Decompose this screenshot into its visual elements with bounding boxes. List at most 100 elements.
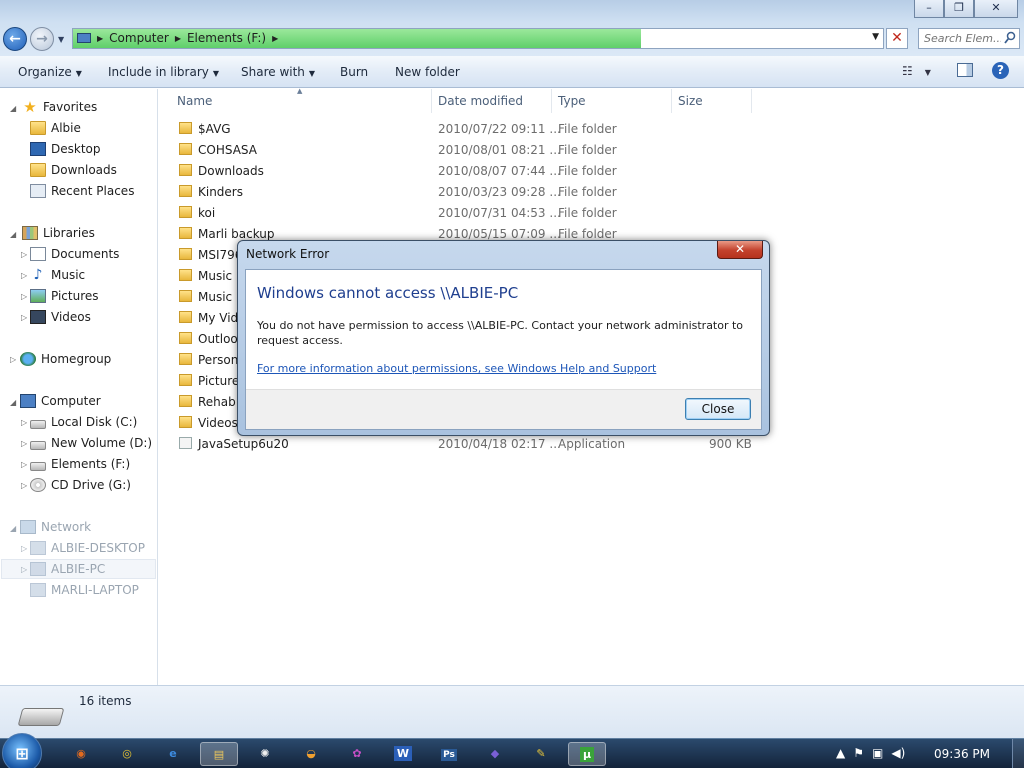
sidebar-item-new-volume-d[interactable]: New Volume (D:): [30, 433, 152, 453]
taskbar-internet-explorer[interactable]: e: [154, 742, 192, 766]
sidebar-item-desktop[interactable]: Desktop: [30, 139, 101, 159]
taskbar-app-6[interactable]: ◒: [292, 742, 330, 766]
column-divider[interactable]: [431, 89, 432, 113]
file-row[interactable]: JavaSetup6u20 2010/04/18 02:17 ... Appli…: [159, 434, 759, 455]
sidebar-item-videos[interactable]: Videos: [30, 307, 91, 327]
expand-arrow-icon[interactable]: ▷: [21, 565, 27, 574]
sidebar-item-albie-desktop[interactable]: ALBIE-DESKTOP: [30, 538, 145, 558]
file-row[interactable]: Kinders 2010/03/23 09:28 ... File folder: [159, 182, 759, 203]
sidebar-item-local-disk-c[interactable]: Local Disk (C:): [30, 412, 137, 432]
breadcrumb-elements-drive[interactable]: Elements (F:): [187, 31, 266, 45]
sidebar-item-label: Downloads: [51, 163, 117, 177]
sidebar-item-network[interactable]: Network: [20, 517, 91, 537]
breadcrumb-separator[interactable]: ▶: [175, 34, 181, 43]
expand-arrow-icon[interactable]: ▷: [21, 544, 27, 553]
sidebar-item-downloads[interactable]: Downloads: [30, 160, 117, 180]
column-header-name[interactable]: Name: [177, 94, 212, 108]
file-row[interactable]: Downloads 2010/08/07 07:44 ... File fold…: [159, 161, 759, 182]
start-button[interactable]: ⊞: [2, 733, 42, 768]
file-row[interactable]: COHSASA 2010/08/01 08:21 ... File folder: [159, 140, 759, 161]
sidebar-item-libraries[interactable]: Libraries: [22, 223, 95, 243]
minimize-button[interactable]: –: [914, 0, 944, 18]
breadcrumb-computer[interactable]: Computer: [109, 31, 169, 45]
column-divider[interactable]: [751, 89, 752, 113]
breadcrumb-separator[interactable]: ▶: [97, 34, 103, 43]
change-view-button[interactable]: ☷ ▼: [902, 64, 931, 78]
expand-arrow-icon[interactable]: ▷: [21, 418, 27, 427]
address-dropdown-button[interactable]: ▼: [872, 32, 879, 42]
sidebar-item-marli-laptop[interactable]: MARLI-LAPTOP: [30, 580, 139, 600]
taskbar-chrome[interactable]: ◎: [108, 742, 146, 766]
taskbar-firefox[interactable]: ◉: [62, 742, 100, 766]
file-name: Music L: [198, 290, 243, 304]
file-date: 2010/05/15 07:09 ...: [438, 227, 561, 241]
sidebar-item-documents[interactable]: Documents: [30, 244, 119, 264]
taskbar-clock[interactable]: 09:36 PM: [934, 747, 990, 761]
dialog-close-x-button[interactable]: ✕: [717, 241, 763, 259]
search-icon[interactable]: [1004, 31, 1016, 45]
expand-arrow-icon[interactable]: ◢: [10, 230, 16, 239]
sidebar-item-label: Homegroup: [41, 352, 112, 366]
file-row[interactable]: $AVG 2010/07/22 09:11 ... File folder: [159, 119, 759, 140]
column-divider[interactable]: [671, 89, 672, 113]
file-row[interactable]: koi 2010/07/31 04:53 ... File folder: [159, 203, 759, 224]
organize-button[interactable]: Organize ▼: [18, 65, 82, 79]
sidebar-item-recent-places[interactable]: Recent Places: [30, 181, 134, 201]
expand-arrow-icon[interactable]: ◢: [10, 398, 16, 407]
sidebar-item-computer[interactable]: Computer: [20, 391, 101, 411]
expand-arrow-icon[interactable]: ▷: [21, 313, 27, 322]
close-window-button[interactable]: ✕: [974, 0, 1018, 18]
sidebar-item-favorites[interactable]: ★ Favorites: [22, 97, 97, 117]
action-center-flag-icon[interactable]: ⚑: [853, 746, 864, 760]
column-header-date-modified[interactable]: Date modified: [438, 94, 523, 108]
sidebar-item-music[interactable]: ♪ Music: [30, 265, 86, 285]
recent-pages-dropdown[interactable]: ▼: [58, 35, 64, 44]
back-button[interactable]: ←: [3, 27, 27, 51]
column-divider[interactable]: [551, 89, 552, 113]
new-folder-button[interactable]: New folder: [395, 65, 460, 79]
address-bar[interactable]: ▶ Computer ▶ Elements (F:) ▶ ▼: [72, 28, 884, 49]
expand-arrow-icon[interactable]: ◢: [10, 104, 16, 113]
share-with-button[interactable]: Share with ▼: [241, 65, 315, 79]
help-and-support-link[interactable]: For more information about permissions, …: [257, 362, 656, 375]
taskbar-app-5[interactable]: ✺: [246, 742, 284, 766]
taskbar-utorrent[interactable]: µ: [568, 742, 606, 766]
expand-arrow-icon[interactable]: ▷: [21, 292, 27, 301]
show-hidden-icons-icon[interactable]: ▲: [836, 746, 845, 760]
sidebar-item-albie-pc[interactable]: ALBIE-PC: [30, 559, 105, 579]
taskbar-word[interactable]: W: [384, 742, 422, 766]
expand-arrow-icon[interactable]: ▷: [10, 355, 16, 364]
forward-button[interactable]: →: [30, 27, 54, 51]
expand-arrow-icon[interactable]: ▷: [21, 250, 27, 259]
show-desktop-button[interactable]: [1012, 739, 1024, 768]
column-header-type[interactable]: Type: [558, 94, 586, 108]
include-in-library-button[interactable]: Include in library ▼: [108, 65, 219, 79]
sidebar-item-elements-f[interactable]: Elements (F:): [30, 454, 130, 474]
expand-arrow-icon[interactable]: ▷: [21, 460, 27, 469]
help-button[interactable]: ?: [992, 62, 1009, 79]
taskbar-app-10[interactable]: ◆: [476, 742, 514, 766]
expand-arrow-icon[interactable]: ▷: [21, 481, 27, 490]
expand-arrow-icon[interactable]: ◢: [10, 524, 16, 533]
expand-arrow-icon[interactable]: ▷: [21, 271, 27, 280]
column-header-size[interactable]: Size: [678, 94, 703, 108]
taskbar-windows-explorer[interactable]: ▤: [200, 742, 238, 766]
preview-pane-button[interactable]: [957, 63, 973, 77]
sidebar-item-label: Favorites: [43, 100, 98, 114]
taskbar-photoshop[interactable]: Ps: [430, 742, 468, 766]
sidebar-item-label: Albie: [51, 121, 81, 135]
sidebar-item-albie[interactable]: Albie: [30, 118, 81, 138]
maximize-button[interactable]: ❐: [944, 0, 974, 18]
taskbar-picasa[interactable]: ✿: [338, 742, 376, 766]
sidebar-item-cd-drive-g[interactable]: CD Drive (G:): [30, 475, 131, 495]
stop-loading-button[interactable]: ✕: [886, 28, 908, 49]
sidebar-item-pictures[interactable]: Pictures: [30, 286, 99, 306]
sidebar-item-homegroup[interactable]: Homegroup: [20, 349, 111, 369]
breadcrumb-separator[interactable]: ▶: [272, 34, 278, 43]
volume-icon[interactable]: ◀): [891, 746, 905, 760]
network-status-icon[interactable]: ▣: [872, 746, 883, 760]
expand-arrow-icon[interactable]: ▷: [21, 439, 27, 448]
taskbar-paint[interactable]: ✎: [522, 742, 560, 766]
burn-button[interactable]: Burn: [340, 65, 368, 79]
close-button[interactable]: Close: [685, 398, 751, 420]
